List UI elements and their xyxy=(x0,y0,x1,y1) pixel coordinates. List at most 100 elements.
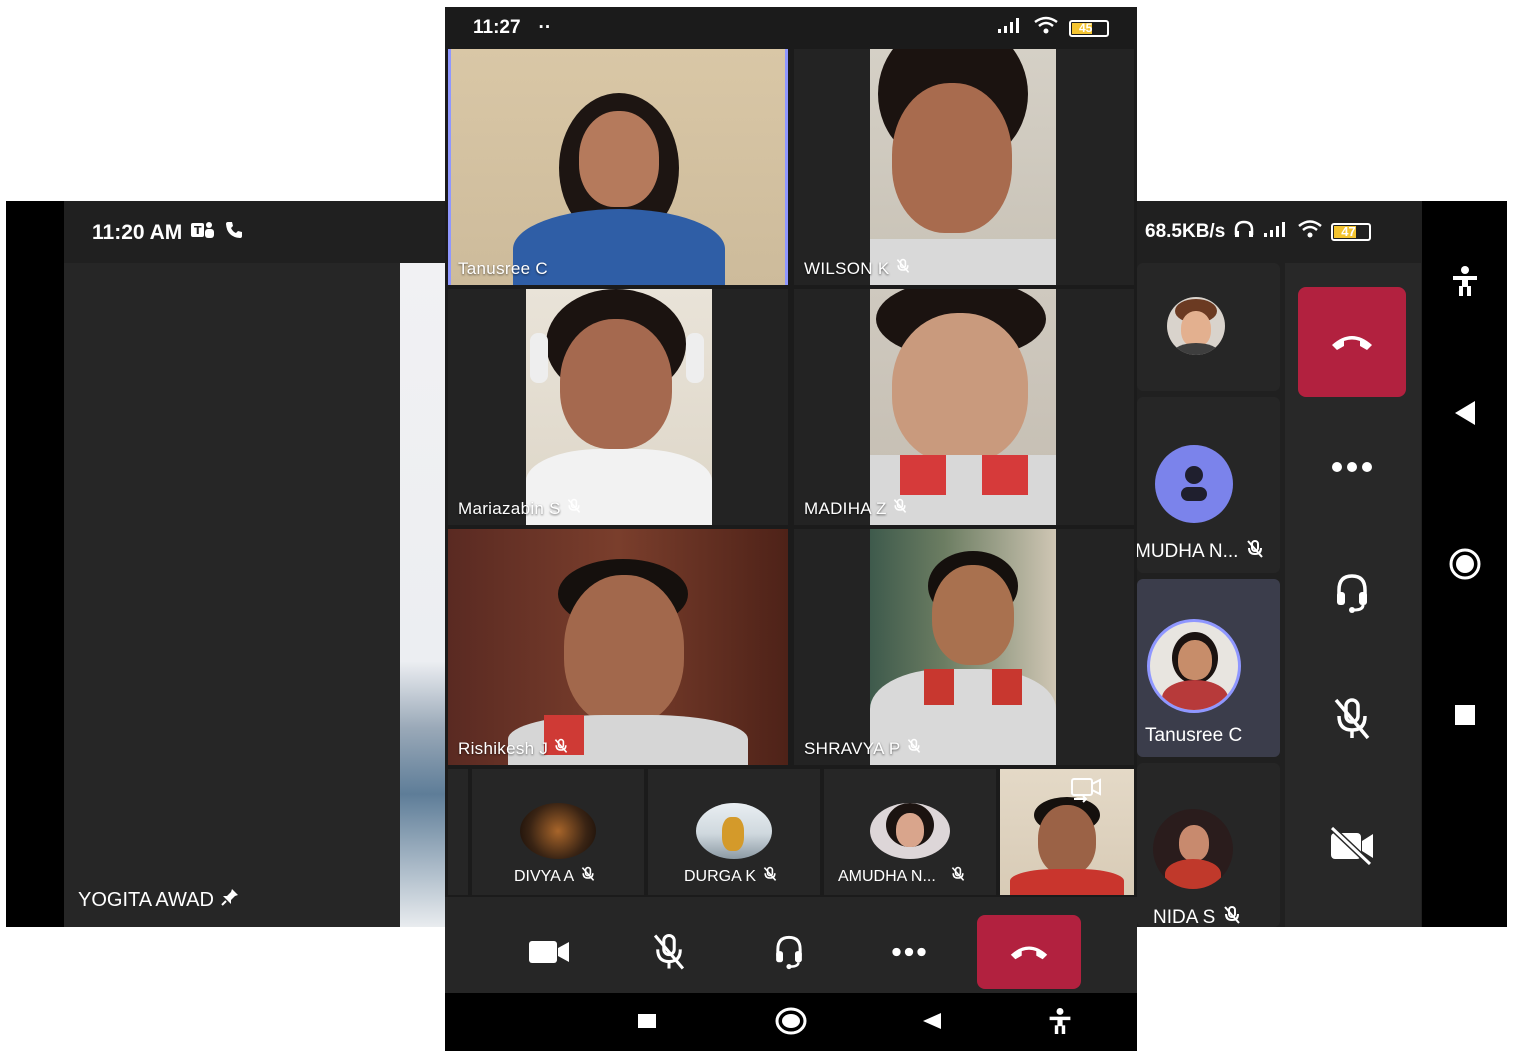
pin-icon xyxy=(220,887,240,913)
left-phone-screen: 11:20 AM T YOGITA AWAD xyxy=(64,201,450,927)
svg-text:T: T xyxy=(194,224,202,237)
accessibility-button[interactable] xyxy=(1047,1007,1073,1040)
switch-camera-icon[interactable] xyxy=(1068,775,1104,808)
side-video-feed xyxy=(400,263,450,927)
mic-off-icon xyxy=(1334,698,1370,740)
signal-icon xyxy=(1263,220,1289,244)
signal-icon xyxy=(997,17,1023,39)
camera-button[interactable] xyxy=(497,915,601,989)
participant-video xyxy=(870,529,1056,765)
participant-name-row: MUDHA N... xyxy=(1135,539,1264,565)
tile-label: WILSON K xyxy=(804,258,911,279)
mic-off-icon xyxy=(580,866,596,887)
participant-name: Tanusree C xyxy=(1145,725,1243,746)
home-button[interactable] xyxy=(1422,547,1507,581)
battery-icon: 45 xyxy=(1069,19,1109,37)
status-dots: ·· xyxy=(538,17,552,38)
participant-name: NIDA S xyxy=(1153,907,1216,927)
hangup-button[interactable] xyxy=(1298,287,1406,397)
video-tile[interactable]: Rishikesh J xyxy=(448,529,788,765)
mic-off-icon xyxy=(906,738,922,759)
participant-video xyxy=(870,49,1056,285)
camera-off-icon xyxy=(1329,825,1373,865)
participant-name: Mariazabin S xyxy=(458,498,561,518)
android-nav-column xyxy=(1422,201,1507,927)
pinned-participant-label: YOGITA AWAD xyxy=(78,887,240,913)
wifi-icon xyxy=(1033,16,1059,40)
android-nav-bar xyxy=(445,993,1137,1051)
participant-name: Rishikesh J xyxy=(458,738,549,758)
mic-off-icon xyxy=(892,498,908,519)
video-tile[interactable]: MADIHA Z xyxy=(794,289,1134,525)
audio-device-button[interactable] xyxy=(737,915,841,989)
recents-button[interactable] xyxy=(637,1013,657,1034)
hangup-icon xyxy=(1010,946,1048,960)
video-tile[interactable]: WILSON K xyxy=(794,49,1134,285)
participant-name: DURGA K xyxy=(684,867,757,885)
participant-tile-active[interactable]: Tanusree C xyxy=(1137,579,1280,757)
teams-icon: T xyxy=(190,219,216,247)
back-button[interactable] xyxy=(1422,399,1507,427)
back-button[interactable] xyxy=(921,1011,943,1036)
audio-device-button[interactable] xyxy=(1298,563,1406,623)
participant-video xyxy=(870,289,1056,525)
call-controls-bar xyxy=(445,897,1137,993)
right-phone-screen: 68.5KB/s 47 MUDHA N... Tanusree C NIDA S xyxy=(1133,201,1422,927)
mic-off-icon xyxy=(566,498,582,519)
strip-tile[interactable]: AMUDHA N... xyxy=(824,769,996,895)
participant-strip: DIVYA A DURGA K AMUDHA N... xyxy=(445,769,1137,897)
accessibility-button[interactable] xyxy=(1422,265,1507,297)
self-view-tile[interactable] xyxy=(1000,769,1134,895)
camera-icon xyxy=(529,941,569,963)
square-icon xyxy=(1454,705,1475,725)
person-icon xyxy=(1181,466,1207,501)
mic-off-icon xyxy=(553,738,569,759)
participant-name: Tanusree C xyxy=(458,259,548,278)
strip-tile[interactable]: DURGA K xyxy=(648,769,820,895)
hangup-button[interactable] xyxy=(977,915,1081,989)
participant-video xyxy=(451,49,785,285)
video-tile-active-speaker[interactable]: Tanusree C xyxy=(448,49,788,285)
tile-label: SHRAVYA P xyxy=(804,738,922,759)
avatar xyxy=(1167,297,1225,355)
left-phone-screenshot: 11:20 AM T YOGITA AWAD xyxy=(6,201,450,927)
camera-toggle-button[interactable] xyxy=(1298,815,1406,875)
right-phone-screenshot: 68.5KB/s 47 MUDHA N... Tanusree C NIDA S xyxy=(1133,201,1507,927)
participant-name: SHRAVYA P xyxy=(804,738,901,758)
strip-label: DIVYA A xyxy=(514,866,596,887)
participant-name: MUDHA N... xyxy=(1135,541,1239,562)
avatar xyxy=(1147,619,1241,713)
avatar xyxy=(870,803,950,859)
video-tile[interactable]: Mariazabin S xyxy=(448,289,788,525)
battery-level: 47 xyxy=(1341,224,1356,239)
mic-off-icon xyxy=(762,866,778,887)
avatar xyxy=(696,803,772,859)
participant-tile[interactable] xyxy=(1137,263,1280,391)
participant-tile[interactable]: MUDHA N... xyxy=(1135,397,1280,573)
center-phone-screenshot: 11:27 ·· 45 Tanusree C WILSON K Mariazab… xyxy=(445,7,1137,1051)
mic-off-icon xyxy=(1246,539,1264,565)
center-status-time: 11:27 xyxy=(473,17,521,38)
participant-tile[interactable]: NIDA S xyxy=(1137,763,1280,927)
right-status-bar: 68.5KB/s 47 xyxy=(1145,219,1372,245)
participant-name: AMUDHA N... xyxy=(838,867,936,885)
mic-off-icon xyxy=(895,258,911,279)
pinned-participant-name: YOGITA AWAD xyxy=(78,888,214,911)
network-speed: 68.5KB/s xyxy=(1145,221,1226,242)
strip-label: DURGA K xyxy=(684,866,778,887)
strip-tile[interactable]: DIVYA A xyxy=(472,769,644,895)
strip-tile-partial[interactable] xyxy=(448,769,468,895)
more-options-button[interactable] xyxy=(1298,437,1406,497)
mute-button[interactable] xyxy=(617,915,721,989)
video-tile[interactable]: SHRAVYA P xyxy=(794,529,1134,765)
participant-name-row: NIDA S xyxy=(1153,905,1241,927)
mic-off-icon xyxy=(1223,905,1241,927)
avatar xyxy=(1153,809,1233,889)
pinned-participant-tile[interactable]: YOGITA AWAD xyxy=(64,263,400,927)
mute-button[interactable] xyxy=(1298,689,1406,749)
more-options-button[interactable] xyxy=(857,915,961,989)
wifi-icon xyxy=(1297,219,1323,245)
recents-button[interactable] xyxy=(1422,703,1507,727)
home-button[interactable] xyxy=(775,1007,807,1040)
tile-label: MADIHA Z xyxy=(804,498,908,519)
